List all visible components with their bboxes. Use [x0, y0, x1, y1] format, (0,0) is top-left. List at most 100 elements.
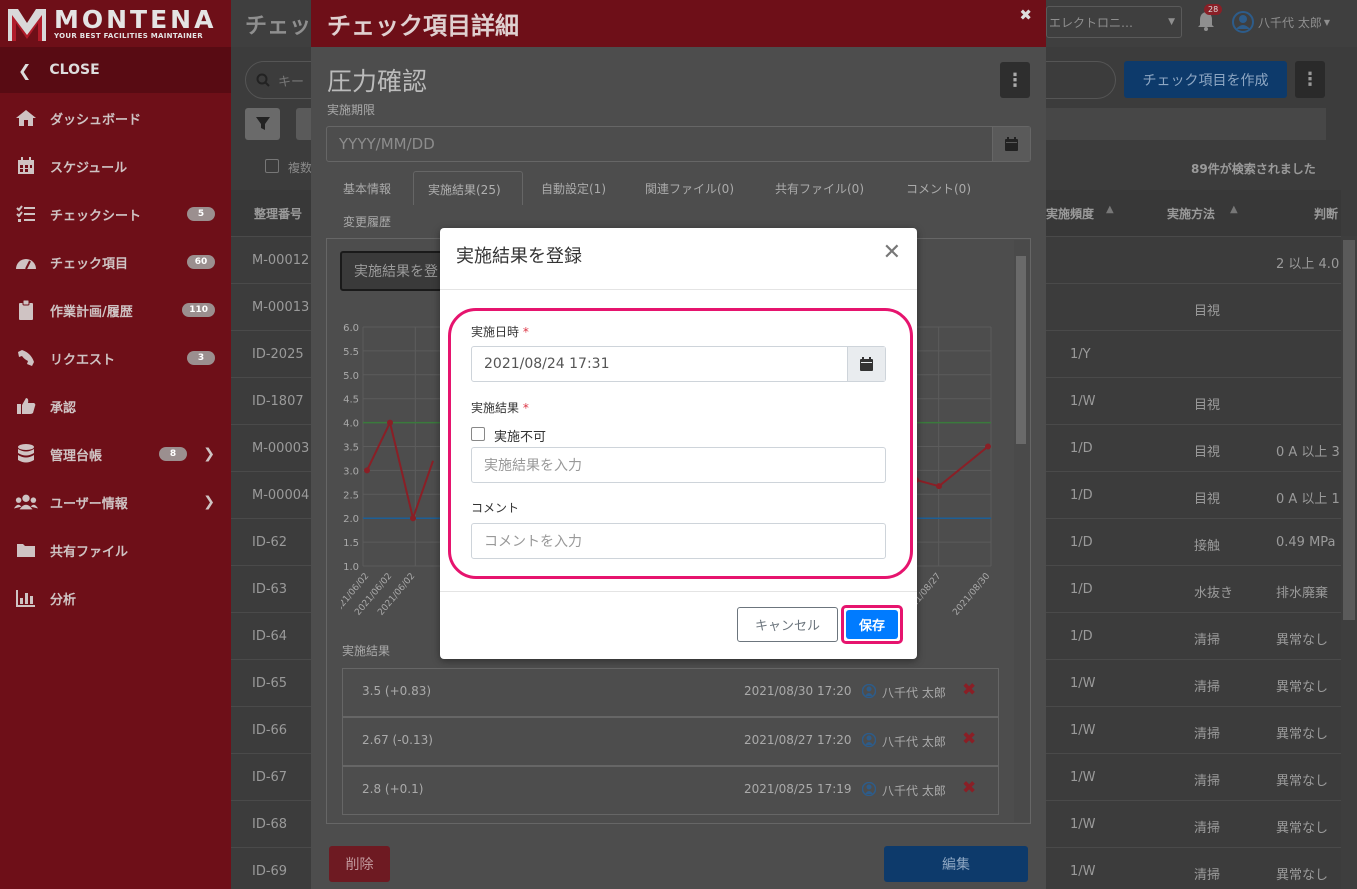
close-icon[interactable]: ✕ [883, 240, 901, 265]
not-possible-checkbox[interactable] [471, 427, 485, 441]
multi-select-checkbox[interactable] [265, 159, 279, 173]
count-badge: 3 [187, 351, 215, 365]
row-judgement: 2 以上 4.0 [1276, 257, 1340, 272]
create-check-item-button[interactable]: チェック項目を作成 [1124, 61, 1287, 98]
calendar-icon[interactable] [992, 127, 1030, 161]
row-id: M-00003 [252, 441, 310, 456]
not-possible-label[interactable]: 実施不可 [494, 426, 546, 445]
calendar-icon [14, 156, 38, 176]
more-menu-button[interactable]: ⋮ [1295, 61, 1325, 98]
tab-shared-files[interactable]: 共有ファイル(0) [775, 180, 864, 197]
detail-header: チェック項目詳細 ✖ [311, 0, 1046, 47]
row-frequency: 1/W [1070, 394, 1096, 409]
deadline-input[interactable]: YYYY/MM/DD [326, 126, 1031, 162]
tab-results[interactable]: 実施結果(25) [413, 171, 523, 205]
delete-button[interactable]: 削除 [329, 846, 390, 882]
sidebar-item-label: スケジュール [50, 160, 128, 176]
sidebar-item-approval[interactable]: 承認 [0, 382, 231, 430]
folder-icon [14, 540, 38, 560]
tab-comments[interactable]: コメント(0) [906, 180, 971, 197]
sidebar-item-label: 管理台帳 [50, 448, 103, 464]
notification-badge: 28 [1204, 4, 1223, 15]
result-date: 2021/08/25 17:19 [744, 782, 852, 796]
tab-change-history[interactable]: 変更履歴 [343, 213, 391, 230]
sidebar-item-label: 承認 [50, 400, 77, 416]
y-tick-label: 1.5 [343, 538, 359, 549]
sidebar-item-label: 作業計画/履歴 [50, 304, 133, 320]
sidebar-item-work-plan[interactable]: 作業計画/履歴 110 [0, 286, 231, 334]
cancel-button[interactable]: キャンセル [737, 607, 838, 642]
filter-icon [255, 117, 270, 130]
row-id: M-00012 [252, 253, 310, 268]
data-point [410, 515, 416, 522]
montena-logo-icon [6, 5, 48, 43]
search-input-end[interactable] [1046, 61, 1116, 99]
notification-bell[interactable]: 28 [1196, 4, 1223, 32]
chevron-left-icon: ❮ [18, 60, 32, 80]
sidebar-item-label: 共有ファイル [50, 544, 129, 560]
vertical-dots-icon: ⋮ [1301, 69, 1319, 90]
sidebar-item-ledger[interactable]: 管理台帳 8 ❯ [0, 430, 231, 478]
sidebar-item-checksheet[interactable]: チェックシート 5 [0, 190, 231, 238]
comment-input[interactable]: コメントを入力 [471, 523, 886, 559]
sidebar-item-check-items[interactable]: チェック項目 60 [0, 238, 231, 286]
row-judgement: 異常なし [1276, 774, 1329, 789]
user-menu[interactable]: 八千代 太郎 ▼ [1232, 11, 1330, 33]
tab-basic-info[interactable]: 基本情報 [343, 180, 391, 197]
filter-button[interactable] [245, 108, 280, 140]
row-id: ID-1807 [252, 394, 304, 409]
delete-result-icon[interactable]: ✖ [962, 680, 976, 700]
column-header-id[interactable]: 整理番号 [254, 205, 302, 222]
row-frequency: 1/D [1070, 582, 1093, 597]
row-id: ID-62 [252, 535, 288, 550]
edit-button[interactable]: 編集 [884, 846, 1028, 882]
tab-related-files[interactable]: 関連ファイル(0) [645, 180, 734, 197]
datetime-label: 実施日時 * [471, 325, 529, 339]
sidebar-item-users[interactable]: ユーザー情報 ❯ [0, 478, 231, 526]
sidebar-item-shared-files[interactable]: 共有ファイル [0, 526, 231, 574]
main-scrollbar-thumb[interactable] [1343, 240, 1355, 620]
data-point [985, 443, 991, 450]
view-toggle-button[interactable] [296, 108, 311, 140]
row-frequency: 1/Y [1070, 347, 1091, 362]
company-select-value: エレクトロニ… [1049, 15, 1134, 30]
close-icon[interactable]: ✖ [1019, 6, 1032, 24]
search-icon [256, 73, 270, 87]
vertical-dots-icon: ⋮ [1006, 69, 1024, 91]
row-id: ID-63 [252, 582, 288, 597]
register-result-button[interactable]: 実施結果を登 [340, 251, 450, 291]
search-input[interactable]: キー [245, 61, 317, 99]
row-method: 清掃 [1194, 680, 1221, 695]
row-frequency: 1/W [1070, 864, 1096, 879]
dialog-title: 実施結果を登録 [456, 246, 582, 267]
tab-auto-settings[interactable]: 自動設定(1) [541, 180, 606, 197]
sidebar-item-label: 分析 [50, 592, 77, 608]
row-method: 水抜き [1194, 586, 1234, 601]
detail-more-button[interactable]: ⋮ [1000, 62, 1030, 98]
company-select[interactable]: エレクトロニ… ▼ [1046, 6, 1182, 38]
row-frequency: 1/W [1070, 723, 1096, 738]
column-header-judgement[interactable]: 判断 [1314, 205, 1338, 222]
row-id: ID-64 [252, 629, 288, 644]
sidebar-item-analysis[interactable]: 分析 [0, 574, 231, 622]
data-point [364, 467, 370, 474]
logo[interactable]: MONTENA YOUR BEST FACILITIES MAINTAINER [0, 0, 231, 47]
sidebar-close-button[interactable]: ❮ CLOSE [0, 47, 231, 93]
column-header-frequency[interactable]: 実施頻度 [1046, 205, 1094, 222]
result-input[interactable]: 実施結果を入力 [471, 447, 886, 483]
detail-scrollbar-thumb[interactable] [1016, 256, 1026, 444]
delete-result-icon[interactable]: ✖ [962, 729, 976, 749]
datetime-value: 2021/08/24 17:31 [484, 356, 610, 372]
column-header-method[interactable]: 実施方法 [1167, 205, 1215, 222]
chevron-right-icon: ❯ [203, 494, 215, 510]
row-judgement: 異常なし [1276, 680, 1329, 695]
sidebar-item-dashboard[interactable]: ダッシュボード [0, 94, 231, 142]
calendar-icon[interactable] [847, 347, 885, 381]
sidebar-item-schedule[interactable]: スケジュール [0, 142, 231, 190]
datetime-input[interactable]: 2021/08/24 17:31 [471, 346, 886, 382]
sidebar-item-request[interactable]: リクエスト 3 [0, 334, 231, 382]
result-value: 2.8 (+0.1) [362, 782, 424, 796]
item-title: 圧力確認 [327, 67, 428, 96]
delete-result-icon[interactable]: ✖ [962, 778, 976, 798]
save-button[interactable]: 保存 [846, 610, 898, 639]
